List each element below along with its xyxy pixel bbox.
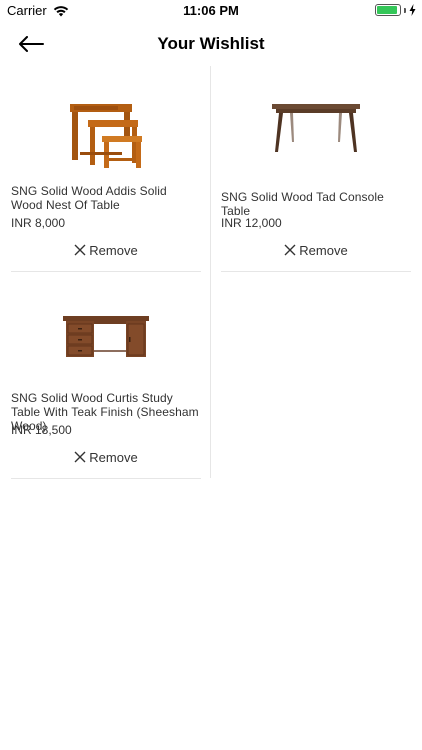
nest-of-tables-image xyxy=(70,104,142,168)
nav-header: Your Wishlist xyxy=(0,22,422,66)
card-separator xyxy=(11,271,201,272)
wishlist-card: SNG Solid Wood Curtis Study Table With T… xyxy=(11,279,201,479)
product-name[interactable]: SNG Solid Wood Tad Console Table xyxy=(221,190,411,218)
remove-label: Remove xyxy=(89,242,138,258)
close-icon xyxy=(74,244,86,256)
product-name[interactable]: SNG Solid Wood Curtis Study Table With T… xyxy=(11,391,201,433)
product-image[interactable] xyxy=(11,279,201,391)
product-price: INR 8,000 xyxy=(11,216,66,230)
remove-button[interactable]: Remove xyxy=(11,240,201,260)
product-price: INR 18,500 xyxy=(11,423,72,437)
product-price: INR 12,000 xyxy=(221,216,282,230)
battery-icon xyxy=(375,4,401,16)
product-image[interactable] xyxy=(11,72,201,184)
remove-label: Remove xyxy=(299,242,348,258)
status-right xyxy=(375,4,416,16)
battery-cap xyxy=(404,7,406,13)
column-divider xyxy=(210,66,211,478)
product-image[interactable] xyxy=(221,72,411,184)
status-time: 11:06 PM xyxy=(183,3,239,18)
charging-bolt-icon xyxy=(409,4,416,16)
battery-fill xyxy=(377,6,397,14)
wishlist-card: SNG Solid Wood Tad Console Table INR 12,… xyxy=(221,72,411,272)
remove-button[interactable]: Remove xyxy=(11,447,201,467)
status-bar: Carrier 11:06 PM xyxy=(0,0,422,22)
study-table-image xyxy=(63,316,149,357)
card-separator xyxy=(11,478,201,479)
remove-button[interactable]: Remove xyxy=(221,240,411,260)
product-name[interactable]: SNG Solid Wood Addis Solid Wood Nest Of … xyxy=(11,184,201,212)
wishlist-card: SNG Solid Wood Addis Solid Wood Nest Of … xyxy=(11,72,201,272)
page-title: Your Wishlist xyxy=(157,34,265,53)
card-separator xyxy=(221,271,411,272)
close-icon xyxy=(284,244,296,256)
close-icon xyxy=(74,451,86,463)
remove-label: Remove xyxy=(89,449,138,465)
console-table-image xyxy=(272,104,360,152)
